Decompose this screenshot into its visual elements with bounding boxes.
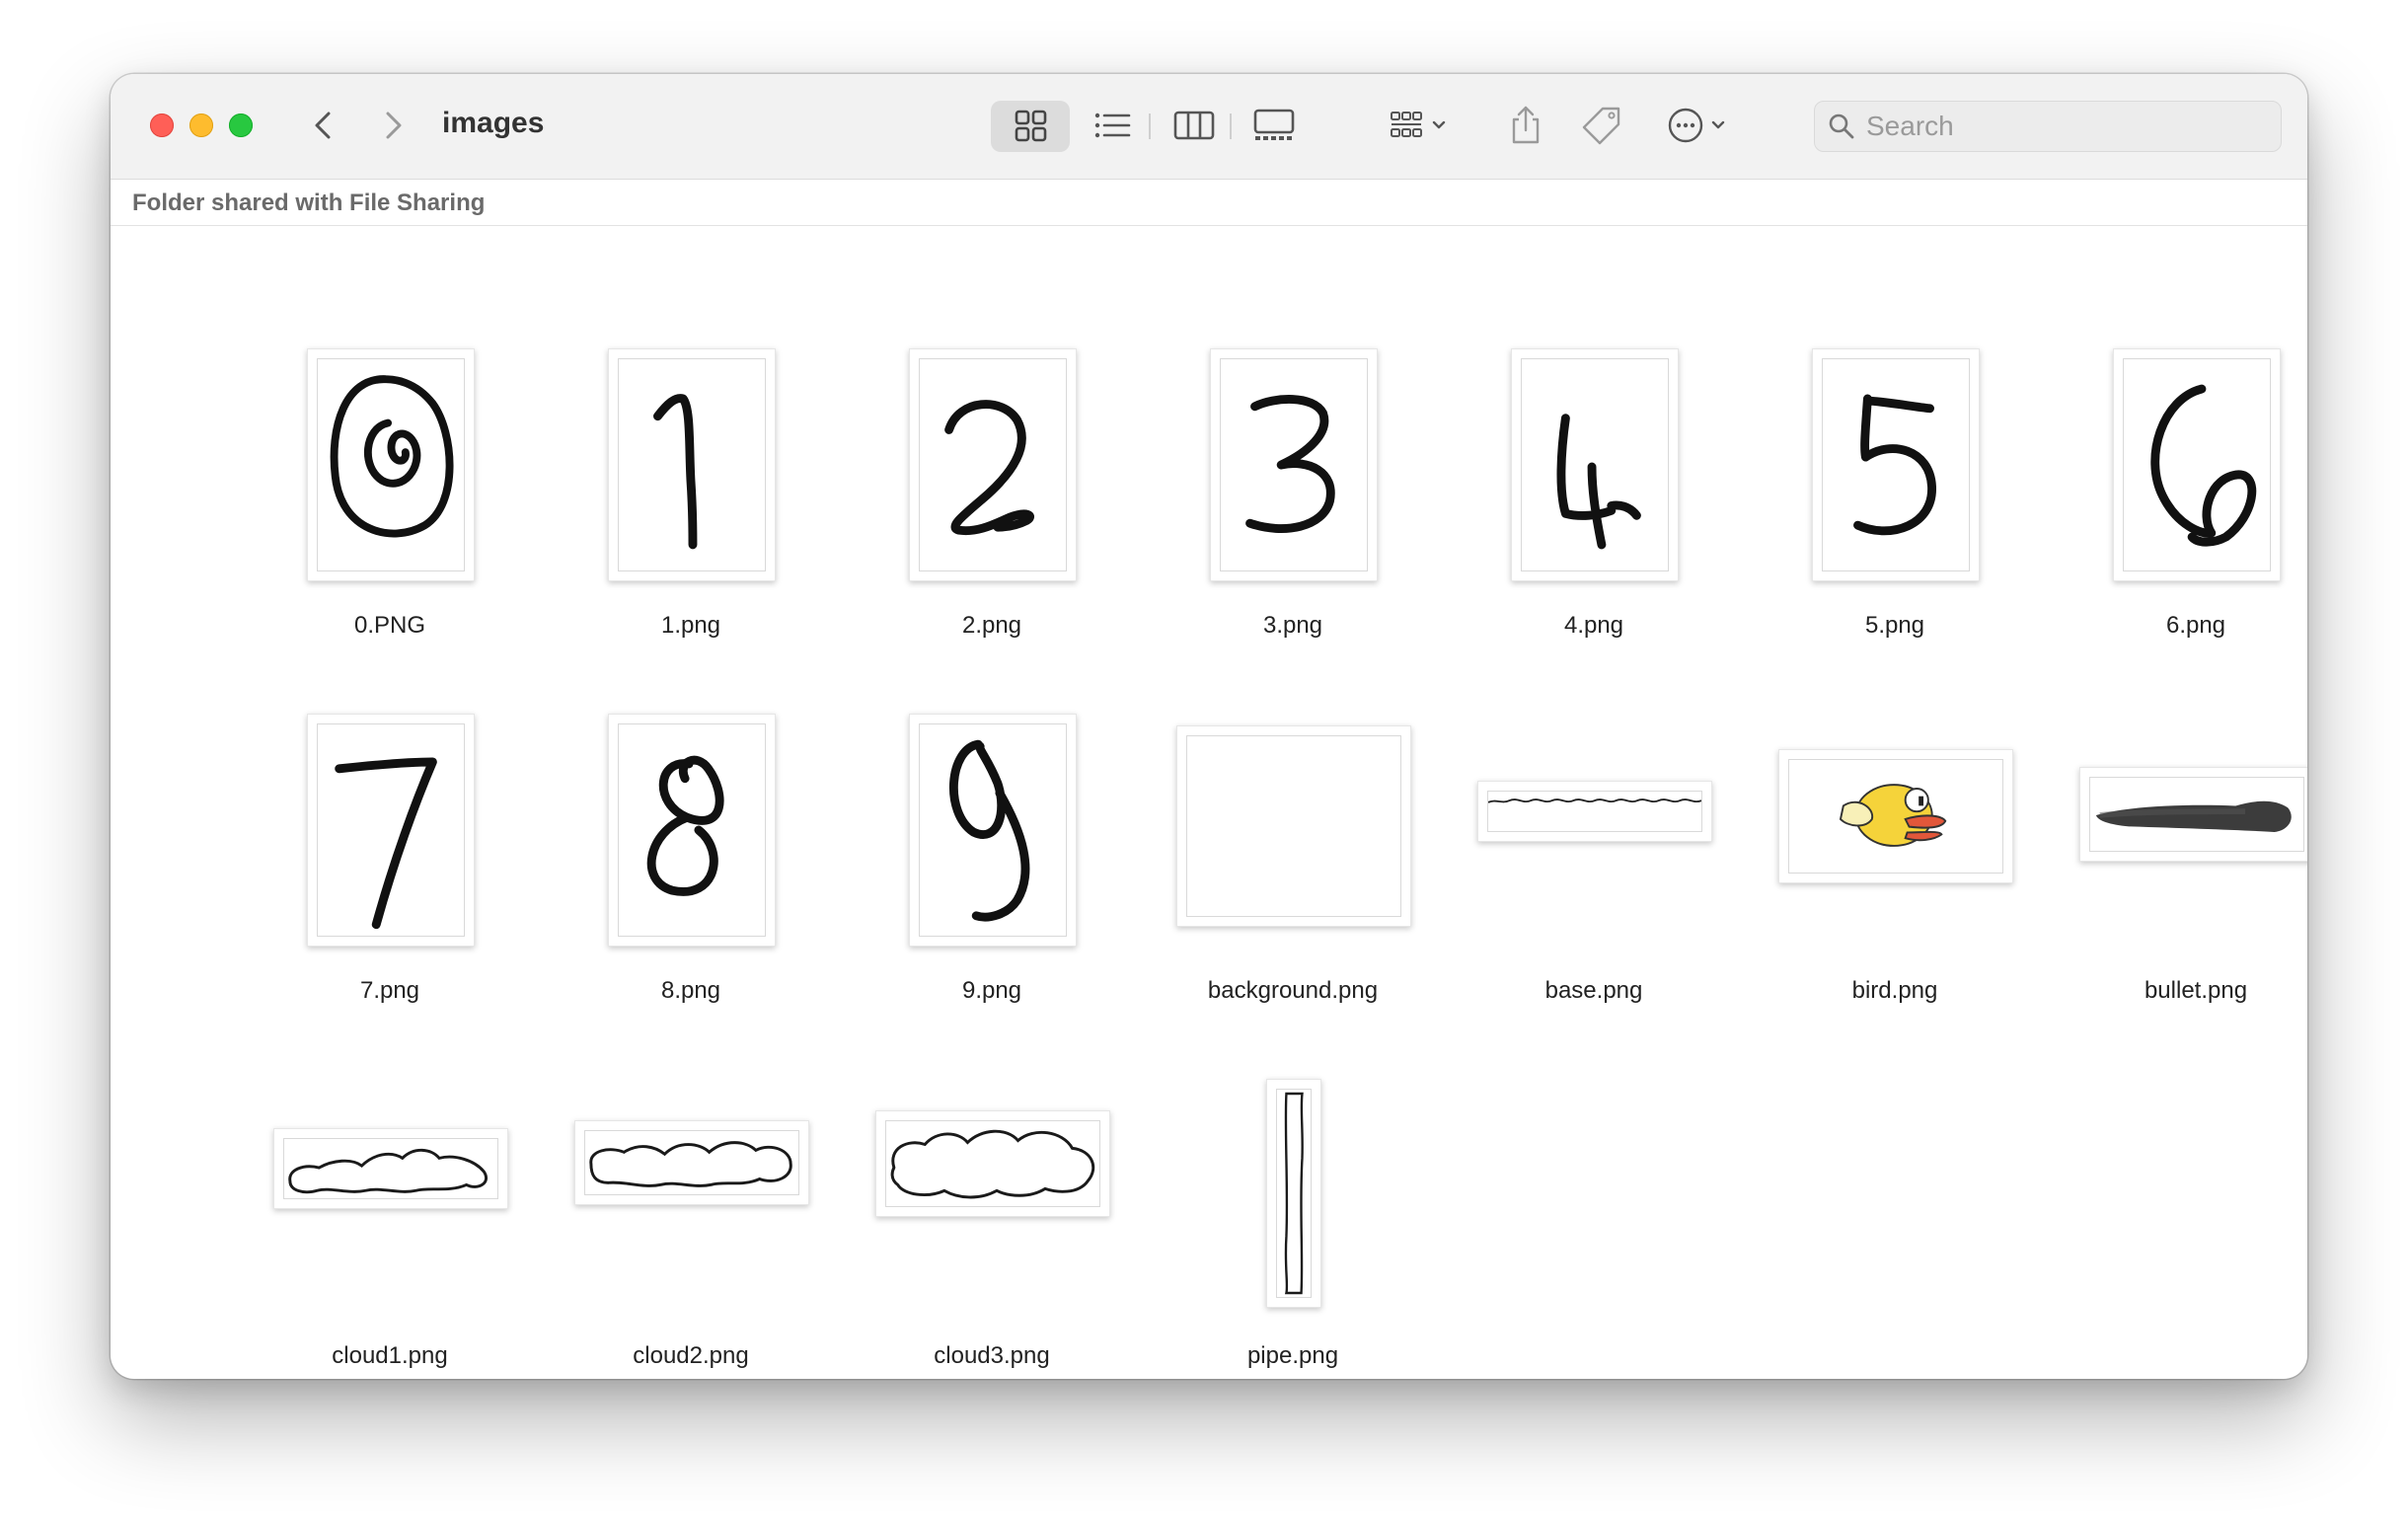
column-view-icon <box>1173 111 1215 140</box>
file-name: 7.png <box>359 977 420 1004</box>
base-drawing <box>1488 798 1701 803</box>
file-name: 5.png <box>1864 612 1925 639</box>
minimize-button[interactable] <box>189 114 213 137</box>
file-thumbnail <box>2113 348 2281 581</box>
list-view-button[interactable] <box>1091 104 1135 147</box>
chevron-right-icon <box>386 112 402 139</box>
file-thumbnail <box>909 714 1077 947</box>
file-thumbnail <box>2079 767 2307 862</box>
file-thumbnail <box>1210 348 1378 581</box>
digit-1-drawing <box>653 394 698 550</box>
file-thumbnail <box>608 348 776 581</box>
finder-window: images Search Folder shared with File Sh… <box>111 74 2307 1379</box>
file-thumbnail <box>1812 348 1980 581</box>
file-thumbnail <box>909 348 1077 581</box>
chevron-left-icon <box>315 112 331 139</box>
file-thumbnail <box>875 1110 1110 1217</box>
file-name: 8.png <box>660 977 721 1004</box>
icon-view-button[interactable] <box>1011 104 1050 147</box>
file-name: cloud2.png <box>633 1342 749 1369</box>
share-icon <box>1512 106 1540 144</box>
cloud1-drawing <box>288 1148 488 1194</box>
file-thumbnail <box>307 714 475 947</box>
file-name: 6.png <box>2165 612 2226 639</box>
tag-button[interactable] <box>1581 104 1624 147</box>
file-name: 9.png <box>961 977 1022 1004</box>
file-thumbnail <box>1477 781 1712 842</box>
file-name: cloud1.png <box>332 1342 448 1369</box>
toolbar: images <box>111 74 2307 180</box>
file-name: base.png <box>1544 977 1643 1004</box>
file-thumbnail <box>1176 725 1411 927</box>
path-bar: Folder shared with File Sharing <box>111 180 2307 226</box>
search-field[interactable] <box>1814 101 2282 152</box>
digit-0-drawing <box>330 375 454 538</box>
gallery-view-icon <box>1253 109 1295 140</box>
file-name: cloud3.png <box>934 1342 1050 1369</box>
gallery-view-button[interactable] <box>1251 104 1297 147</box>
cloud2-drawing <box>589 1141 792 1187</box>
digit-6-drawing <box>2150 384 2257 547</box>
back-button[interactable] <box>304 106 343 145</box>
file-name: 2.png <box>961 612 1022 639</box>
close-button[interactable] <box>150 114 174 137</box>
tag-icon <box>1582 107 1620 145</box>
cloud3-drawing <box>890 1129 1095 1199</box>
digit-8-drawing <box>646 755 724 896</box>
pipe-drawing <box>1284 1092 1304 1295</box>
file-grid: 0.PNG 1.png 2.png 3.png 4.png 5.png 6.pn… <box>111 226 2307 1379</box>
file-thumbnail <box>608 714 776 947</box>
file-name: 0.PNG <box>353 612 426 639</box>
file-thumbnail <box>307 348 475 581</box>
group-by-button[interactable] <box>1390 104 1463 147</box>
file-thumbnail <box>273 1128 508 1209</box>
digit-5-drawing <box>1853 394 1936 536</box>
digit-9-drawing <box>949 739 1030 922</box>
share-button[interactable] <box>1506 104 1545 147</box>
file-name: 1.png <box>660 612 721 639</box>
bird-drawing <box>1839 784 1947 847</box>
digit-4-drawing <box>1556 414 1641 550</box>
file-name: pipe.png <box>1246 1342 1339 1369</box>
column-view-button[interactable] <box>1171 104 1217 147</box>
file-name: background.png <box>1207 977 1379 1004</box>
more-actions-icon <box>1668 108 1725 143</box>
file-thumbnail <box>1511 348 1679 581</box>
search-input[interactable] <box>1864 102 2263 151</box>
group-by-icon <box>1391 112 1446 137</box>
file-thumbnail <box>574 1120 809 1205</box>
list-view-icon <box>1094 113 1131 138</box>
icon-view-icon <box>1015 110 1047 142</box>
file-name: 3.png <box>1262 612 1323 639</box>
digit-3-drawing <box>1245 395 1335 533</box>
zoom-button[interactable] <box>229 114 253 137</box>
search-icon <box>1829 114 1854 139</box>
digit-2-drawing <box>944 400 1035 536</box>
file-name: bullet.png <box>2144 977 2248 1004</box>
bullet-drawing <box>2095 800 2292 833</box>
digit-7-drawing <box>335 757 437 930</box>
file-name: 4.png <box>1563 612 1624 639</box>
forward-button[interactable] <box>373 106 413 145</box>
more-actions-button[interactable] <box>1666 104 1739 147</box>
file-thumbnail <box>1266 1079 1321 1308</box>
path-bar-text: Folder shared with File Sharing <box>132 190 486 216</box>
window-title: images <box>442 107 545 139</box>
file-name: bird.png <box>1851 977 1938 1004</box>
file-thumbnail <box>1778 749 2013 883</box>
